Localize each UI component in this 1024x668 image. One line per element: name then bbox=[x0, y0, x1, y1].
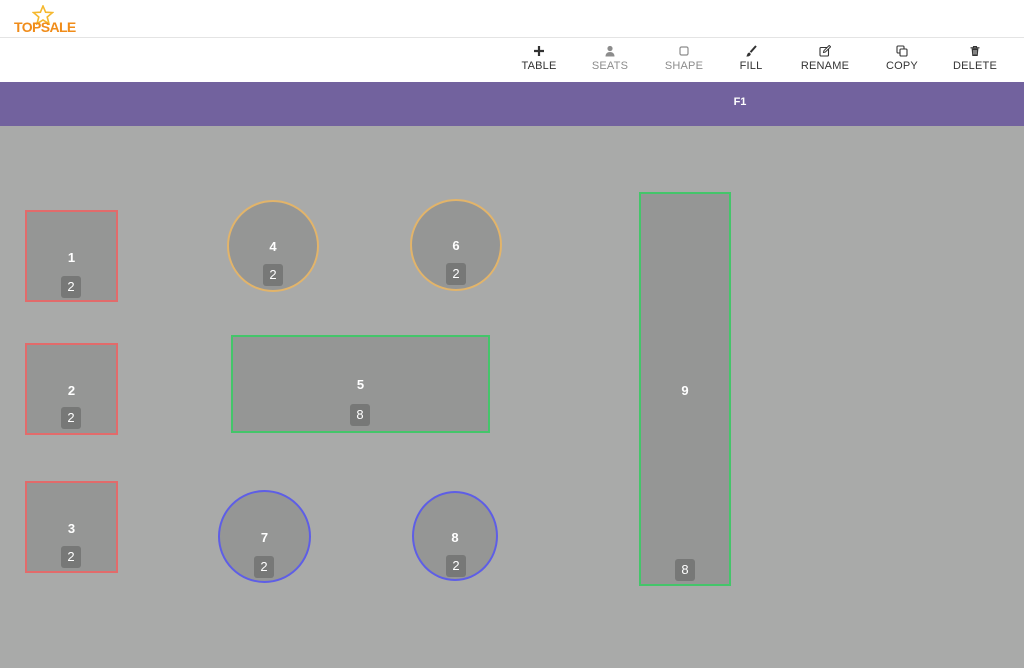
shape-button[interactable]: SHAPE bbox=[649, 44, 719, 72]
user-icon bbox=[575, 44, 645, 58]
floor-canvas[interactable]: 1 2 2 2 3 2 4 2 6 2 5 8 7 2 8 2 9 8 bbox=[0, 126, 1024, 668]
toolbar: TABLE SEATS SHAPE FILL RENAME COPY DELET… bbox=[0, 38, 1024, 82]
table-8[interactable]: 8 2 bbox=[412, 491, 498, 581]
table-1[interactable]: 1 2 bbox=[25, 210, 118, 302]
seat-count-badge: 2 bbox=[446, 555, 466, 577]
table-name: 4 bbox=[269, 239, 277, 254]
table-name: 6 bbox=[452, 238, 460, 253]
top-header: TOPSALE bbox=[0, 0, 1024, 38]
table-name: 5 bbox=[356, 377, 365, 392]
table-button-label: TABLE bbox=[521, 60, 557, 72]
table-7[interactable]: 7 2 bbox=[218, 490, 311, 583]
logo-text: TOPSALE bbox=[14, 19, 76, 35]
table-9[interactable]: 9 8 bbox=[639, 192, 731, 586]
table-6[interactable]: 6 2 bbox=[410, 199, 502, 291]
seat-count-badge: 2 bbox=[61, 407, 81, 429]
plus-icon bbox=[504, 44, 574, 58]
table-name: 3 bbox=[67, 521, 76, 536]
topsale-logo[interactable]: TOPSALE bbox=[14, 5, 84, 35]
copy-button[interactable]: COPY bbox=[867, 44, 937, 72]
copy-icon bbox=[867, 44, 937, 58]
seat-count-badge: 8 bbox=[675, 559, 695, 581]
paintbrush-icon bbox=[716, 44, 786, 58]
seats-button-label: SEATS bbox=[591, 60, 629, 72]
table-name: 2 bbox=[67, 383, 76, 398]
fill-button-label: FILL bbox=[739, 60, 763, 72]
floor-tab-f1[interactable]: F1 bbox=[722, 96, 758, 108]
table-name: 1 bbox=[67, 250, 76, 265]
table-5[interactable]: 5 8 bbox=[231, 335, 490, 433]
rename-button[interactable]: RENAME bbox=[790, 44, 860, 72]
copy-button-label: COPY bbox=[886, 60, 918, 72]
seat-count-badge: 2 bbox=[61, 276, 81, 298]
table-3[interactable]: 3 2 bbox=[25, 481, 118, 573]
seat-count-badge: 2 bbox=[254, 556, 274, 578]
rename-button-label: RENAME bbox=[800, 60, 850, 72]
seat-count-badge: 2 bbox=[61, 546, 81, 568]
shape-button-label: SHAPE bbox=[664, 60, 704, 72]
delete-button-label: DELETE bbox=[953, 60, 997, 72]
seat-count-badge: 2 bbox=[263, 264, 283, 286]
seat-count-badge: 2 bbox=[446, 263, 466, 285]
table-name: 8 bbox=[451, 530, 459, 545]
floor-bar: F1 bbox=[0, 82, 1024, 126]
table-4[interactable]: 4 2 bbox=[227, 200, 319, 292]
table-button[interactable]: TABLE bbox=[504, 44, 574, 72]
fill-button[interactable]: FILL bbox=[716, 44, 786, 72]
table-2[interactable]: 2 2 bbox=[25, 343, 118, 435]
table-name: 9 bbox=[681, 383, 689, 398]
delete-button[interactable]: DELETE bbox=[940, 44, 1010, 72]
seat-count-badge: 8 bbox=[350, 404, 370, 426]
square-outline-icon bbox=[649, 44, 719, 58]
seats-button[interactable]: SEATS bbox=[575, 44, 645, 72]
table-name: 7 bbox=[260, 530, 269, 545]
trash-icon bbox=[940, 44, 1010, 58]
edit-icon bbox=[790, 44, 860, 58]
